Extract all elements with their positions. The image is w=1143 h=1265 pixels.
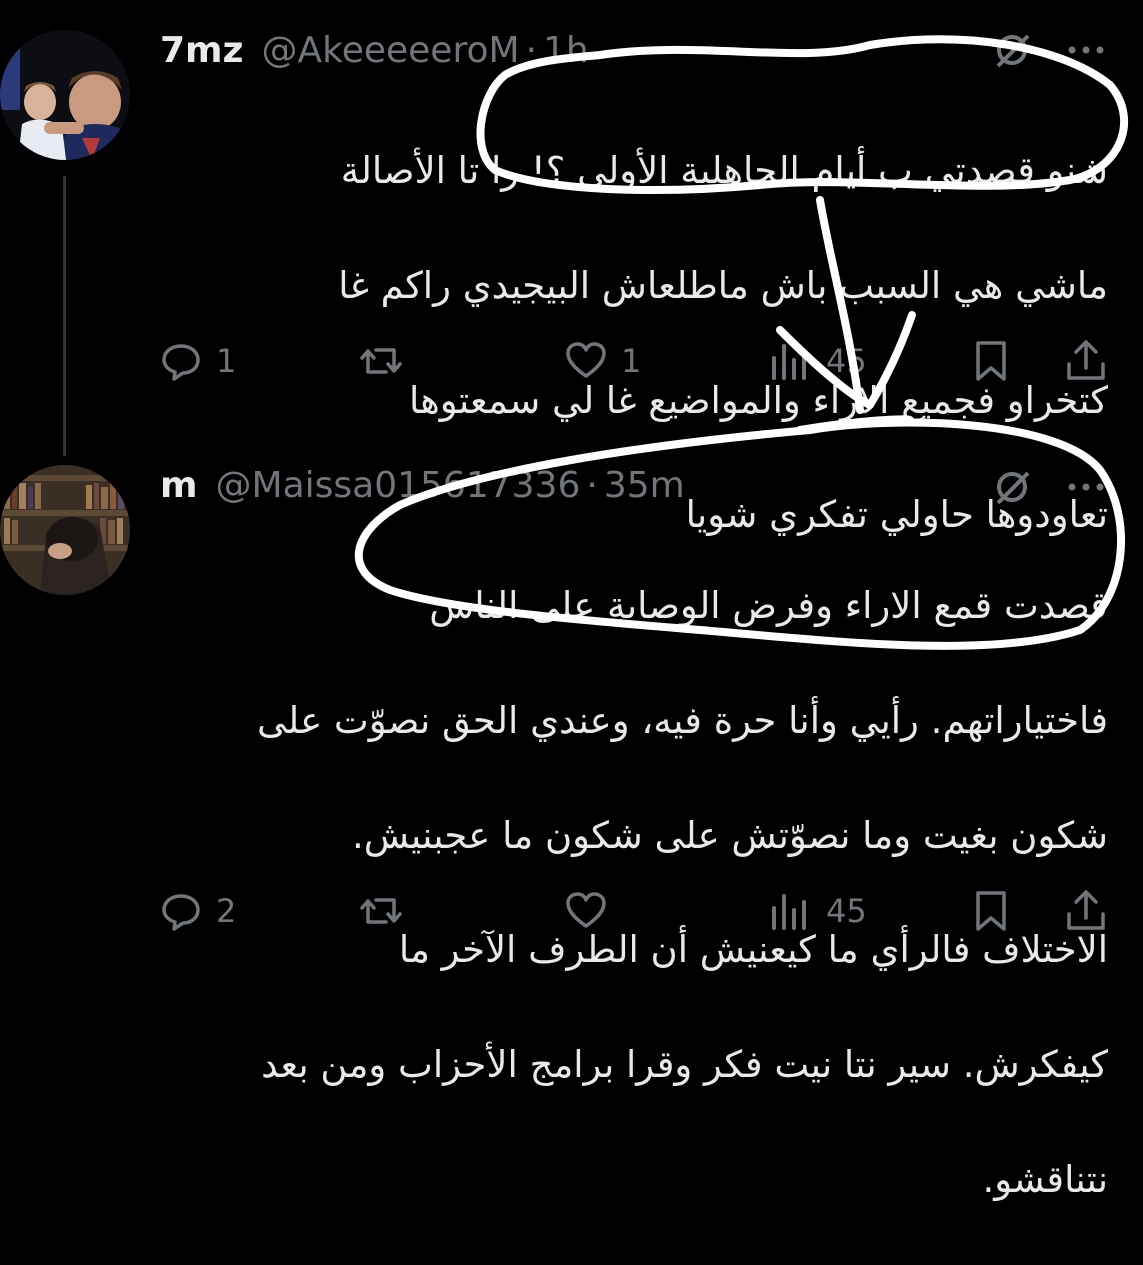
- tweet-action-bar: 2 45: [158, 888, 1108, 936]
- reply-count: 2: [216, 892, 237, 930]
- bookmark-icon: [976, 891, 1006, 931]
- tweet-header: m @Maissa015617336 · 35m: [160, 465, 685, 506]
- views-icon: [772, 894, 806, 930]
- like-button[interactable]: [563, 888, 621, 934]
- reply-count: 1: [216, 342, 237, 380]
- share-button[interactable]: [1063, 888, 1109, 934]
- grok-icon[interactable]: [990, 465, 1034, 509]
- author-name[interactable]: 7mz: [160, 30, 244, 71]
- views-button[interactable]: 45: [768, 888, 867, 934]
- share-icon: [1067, 340, 1105, 380]
- reply-button[interactable]: 1: [158, 338, 236, 384]
- text-line: نتناقشو.: [982, 1157, 1108, 1201]
- more-icon[interactable]: [1064, 28, 1108, 72]
- views-icon: [772, 344, 806, 380]
- heart-icon: [566, 892, 606, 928]
- separator-dot: ·: [586, 465, 598, 506]
- repost-button[interactable]: [358, 888, 416, 934]
- timestamp[interactable]: 1h: [543, 30, 589, 71]
- thread-connector-line: [63, 176, 66, 456]
- view-count: 45: [826, 892, 867, 930]
- text-line: فاختياراتهم. رأيي وأنا حرة فيه، وعندي ال…: [257, 699, 1108, 743]
- separator-dot: ·: [525, 30, 537, 71]
- tweet-header-actions: [990, 28, 1108, 72]
- text-line: كيفكرش. سير نتا نيت فكر وقرا برامج الأحز…: [261, 1043, 1108, 1087]
- author-handle[interactable]: @Maissa015617336: [216, 465, 581, 506]
- reply-icon: [162, 894, 200, 931]
- avatar[interactable]: [0, 30, 130, 160]
- reply-button[interactable]: 2: [158, 888, 236, 934]
- like-button[interactable]: 1: [563, 338, 641, 384]
- tweet-action-bar: 1 1 45: [158, 338, 1108, 386]
- repost-icon: [360, 348, 402, 374]
- grok-icon[interactable]: [990, 28, 1034, 72]
- repost-button[interactable]: [358, 338, 416, 384]
- author-name[interactable]: m: [160, 465, 198, 506]
- bookmark-icon: [976, 341, 1006, 381]
- heart-icon: [566, 342, 606, 378]
- bookmark-button[interactable]: [968, 888, 1014, 934]
- like-count: 1: [621, 342, 642, 380]
- view-count: 45: [826, 342, 867, 380]
- share-icon: [1067, 890, 1105, 930]
- avatar[interactable]: [0, 465, 130, 595]
- views-button[interactable]: 45: [768, 338, 867, 384]
- tweet-header: 7mz @AkeeeeeroM · 1h: [160, 30, 589, 71]
- timestamp[interactable]: 35m: [604, 465, 685, 506]
- more-icon[interactable]: [1064, 465, 1108, 509]
- text-line: شنو قصدتي ب أيام الجاهلية الأولى ؟! را ت…: [340, 149, 1108, 193]
- text-line: شكون بغيت وما نصوّتش على شكون ما عجبنيش.: [352, 813, 1108, 857]
- bookmark-button[interactable]: [968, 338, 1014, 384]
- text-line: ماشي هي السبب باش ماطلعاش البيجيدي راكم …: [338, 264, 1108, 308]
- text-line: قصدت قمع الاراء وفرض الوصاية على الناس: [429, 584, 1108, 628]
- tweet-header-actions: [990, 465, 1108, 509]
- repost-icon: [360, 898, 402, 924]
- reply-icon: [162, 344, 200, 381]
- share-button[interactable]: [1063, 338, 1109, 384]
- author-handle[interactable]: @AkeeeeeroM: [262, 30, 520, 71]
